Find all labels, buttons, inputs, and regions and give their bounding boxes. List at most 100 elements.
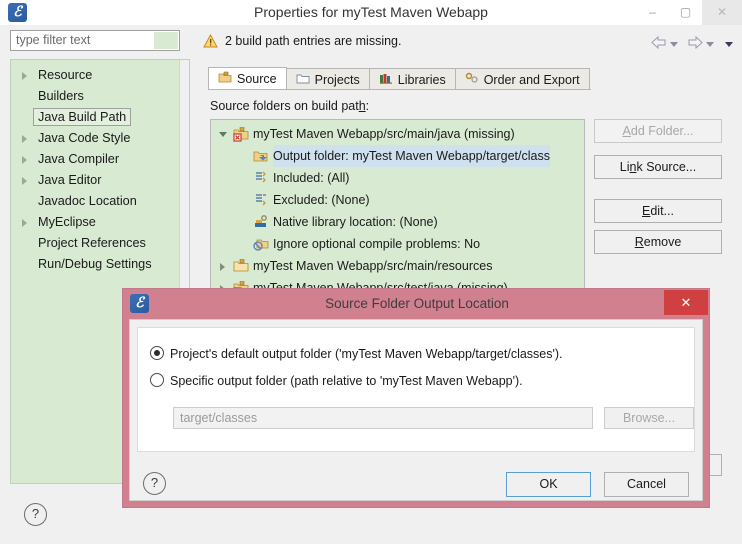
chevron-right-icon[interactable] xyxy=(22,72,27,80)
tab-underline xyxy=(208,89,591,90)
filter-input-wrap[interactable]: type filter text xyxy=(10,30,180,51)
tab-label: Projects xyxy=(314,72,360,87)
output-folder-icon xyxy=(253,148,269,164)
tab-source[interactable]: Source xyxy=(208,67,287,90)
remove-button[interactable]: Remove xyxy=(594,230,722,254)
chevron-right-icon[interactable] xyxy=(22,177,27,185)
sidebar-item-label: Java Code Style xyxy=(38,131,131,145)
source-folder-output-location-dialog: ℰ Source Folder Output Location ✕ Projec… xyxy=(122,288,710,508)
sidebar-item-label: Builders xyxy=(38,89,84,103)
modal-title: Source Folder Output Location xyxy=(325,296,509,311)
forward-chevron-down-icon[interactable] xyxy=(706,41,714,47)
tree-row-label: Excluded: (None) xyxy=(273,193,370,207)
table-row[interactable]: Output folder: myTest Maven Webapp/targe… xyxy=(211,145,584,167)
minimize-button[interactable]: – xyxy=(636,0,669,25)
output-path-input[interactable]: target/classes xyxy=(173,407,593,429)
sidebar-item-label: MyEclipse xyxy=(38,215,96,229)
chevron-down-icon[interactable] xyxy=(219,132,227,137)
navigation-arrows xyxy=(651,35,733,52)
table-row[interactable]: Included: (All) xyxy=(211,167,584,189)
sidebar-item-label: Javadoc Location xyxy=(38,194,137,208)
remove-mnemonic: R xyxy=(634,235,644,249)
remove-label: emove xyxy=(643,235,682,249)
link-source-button[interactable]: Link Source... xyxy=(594,155,722,179)
tree-row-label: Ignore optional compile problems: No xyxy=(273,237,481,251)
more-chevron-down-icon[interactable] xyxy=(725,41,733,47)
radio-button-icon[interactable] xyxy=(150,373,164,387)
source-folder-icon xyxy=(218,71,232,86)
radio-default-output-folder[interactable]: Project's default output folder ('myTest… xyxy=(150,346,563,361)
source-folders-label: Source folders on build path: xyxy=(210,99,370,113)
topbar: type filter text 2 build path entries ar… xyxy=(0,25,742,59)
back-chevron-down-icon[interactable] xyxy=(670,41,678,47)
link-source-label-2: k Source... xyxy=(636,160,697,174)
radio-button-icon[interactable] xyxy=(150,346,164,360)
modal-titlebar: ℰ Source Folder Output Location ✕ xyxy=(123,289,709,319)
sidebar-item-java-build-path[interactable]: Java Build Path xyxy=(12,107,180,128)
modal-close-button[interactable]: ✕ xyxy=(664,290,708,315)
back-arrow-icon[interactable] xyxy=(651,35,667,52)
warning-triangle-icon xyxy=(203,34,218,48)
tree-row-label: Native library location: (None) xyxy=(273,215,438,229)
table-row[interactable]: Ignore optional compile problems: No xyxy=(211,233,584,255)
add-folder-label: dd Folder... xyxy=(630,124,694,138)
tab-label: Libraries xyxy=(397,72,446,87)
sidebar-item-project-references[interactable]: Project References xyxy=(12,233,180,254)
sidebar-item-myeclipse[interactable]: MyEclipse xyxy=(12,212,180,233)
libraries-books-icon xyxy=(379,72,393,87)
add-folder-button[interactable]: Add Folder... xyxy=(594,119,722,143)
maximize-button[interactable]: ▢ xyxy=(669,0,702,25)
close-button[interactable]: ✕ xyxy=(702,0,742,25)
forward-arrow-icon[interactable] xyxy=(687,35,703,52)
tab-projects[interactable]: Projects xyxy=(285,68,370,90)
sidebar-item-java-compiler[interactable]: Java Compiler xyxy=(12,149,180,170)
window-title: Properties for myTest Maven Webapp xyxy=(254,4,488,20)
chevron-right-icon[interactable] xyxy=(220,263,225,271)
source-folder-error-icon xyxy=(233,126,249,142)
browse-button[interactable]: Browse... xyxy=(604,407,694,429)
warning-message: 2 build path entries are missing. xyxy=(203,34,401,48)
sidebar-item-java-code-style[interactable]: Java Code Style xyxy=(12,128,180,149)
radio-specific-output-folder[interactable]: Specific output folder (path relative to… xyxy=(150,373,523,388)
table-row[interactable]: Native library location: (None) xyxy=(211,211,584,233)
radio-label: Project's default output folder ('myTest… xyxy=(170,347,563,361)
sidebar-item-label: Resource xyxy=(38,68,93,82)
tab-libraries[interactable]: Libraries xyxy=(368,68,456,90)
table-row[interactable]: Excluded: (None) xyxy=(211,189,584,211)
tab-bar: Source Projects Libraries Order and Expo… xyxy=(208,67,590,90)
table-row[interactable]: myTest Maven Webapp/src/main/java (missi… xyxy=(211,123,584,145)
source-folder-icon xyxy=(233,258,249,274)
window-titlebar: ℰ Properties for myTest Maven Webapp – ▢… xyxy=(0,0,742,26)
sidebar-item-javadoc-location[interactable]: Javadoc Location xyxy=(12,191,180,212)
edit-label: dit... xyxy=(650,204,674,218)
sidebar-item-label: Java Build Path xyxy=(32,108,132,126)
sidebar-item-java-editor[interactable]: Java Editor xyxy=(12,170,180,191)
help-button[interactable]: ? xyxy=(24,503,47,526)
native-library-icon xyxy=(253,214,269,230)
properties-dialog-window: ℰ Properties for myTest Maven Webapp – ▢… xyxy=(0,0,742,544)
warning-text: 2 build path entries are missing. xyxy=(225,34,402,48)
modal-cancel-button[interactable]: Cancel xyxy=(604,472,689,497)
table-row[interactable]: myTest Maven Webapp/src/main/resources xyxy=(211,255,584,277)
search-input[interactable]: type filter text xyxy=(16,33,90,47)
sidebar-item-label: Java Editor xyxy=(38,173,102,187)
sidebar-item-label: Project References xyxy=(38,236,146,250)
edit-button[interactable]: Edit... xyxy=(594,199,722,223)
chevron-right-icon[interactable] xyxy=(22,219,27,227)
add-folder-mnemonic: A xyxy=(622,124,631,138)
tree-row-label: Output folder: myTest Maven Webapp/targe… xyxy=(273,145,550,167)
output-location-options-card: Project's default output folder ('myTest… xyxy=(137,327,695,452)
ignore-problems-icon xyxy=(253,236,269,252)
modal-ok-button[interactable]: OK xyxy=(506,472,591,497)
chevron-right-icon[interactable] xyxy=(22,135,27,143)
excluded-filter-icon xyxy=(253,192,269,208)
tree-row-label: myTest Maven Webapp/src/main/java (missi… xyxy=(253,127,515,141)
sidebar-item-builders[interactable]: Builders xyxy=(12,86,180,107)
projects-folder-icon xyxy=(296,72,310,87)
modal-help-button[interactable]: ? xyxy=(143,472,166,495)
tab-order-and-export[interactable]: Order and Export xyxy=(454,68,590,90)
chevron-right-icon[interactable] xyxy=(22,156,27,164)
sidebar-item-resource[interactable]: Resource xyxy=(12,65,180,86)
tree-row-label: Included: (All) xyxy=(273,171,350,185)
sidebar-item-run-debug-settings[interactable]: Run/Debug Settings xyxy=(12,254,180,275)
